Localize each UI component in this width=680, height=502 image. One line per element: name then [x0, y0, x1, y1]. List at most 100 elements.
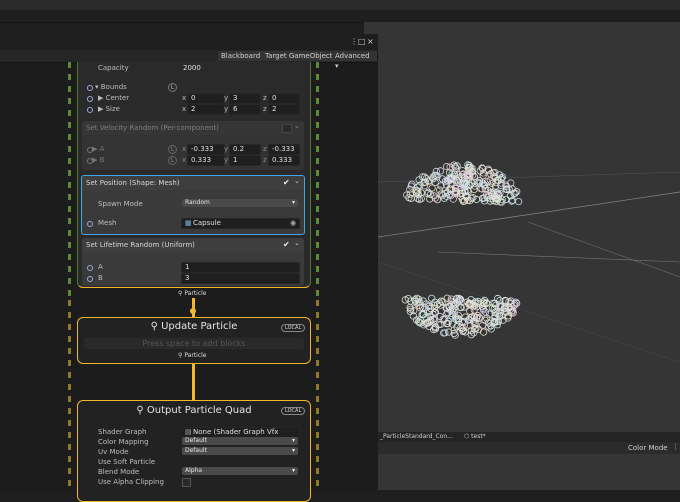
update-title: ⚲ Update Particle — [150, 321, 238, 332]
center-label: ▶ Center — [98, 94, 130, 102]
velocity-a-x-field[interactable]: -0.333 — [187, 144, 225, 155]
size-text: Size — [105, 105, 120, 113]
top-strip — [0, 0, 680, 10]
particle-sprite — [407, 194, 415, 202]
position-enable-checkbox[interactable]: ✔ — [283, 178, 290, 187]
bounds-port[interactable] — [87, 85, 93, 91]
blackboard-button[interactable]: Blackboard — [218, 51, 265, 61]
lifetime-b-value: 3 — [185, 274, 190, 282]
velocity-a-z-field[interactable]: -0.333 — [268, 144, 300, 155]
velocity-b-z-field[interactable]: 0.333 — [268, 155, 300, 166]
mesh-port[interactable] — [87, 221, 93, 227]
center-x-field[interactable]: 0 — [187, 93, 225, 104]
blend-mode-dropdown[interactable]: Alpha — [182, 467, 298, 475]
set-lifetime-title: Set Lifetime Random (Uniform) — [86, 241, 195, 249]
lifetime-a-value: 1 — [185, 263, 190, 271]
particle-sprite — [479, 321, 487, 329]
lifetime-b-port[interactable] — [87, 276, 93, 282]
output-local-badge[interactable]: LOCAL — [281, 407, 306, 415]
flow-port-update-in[interactable] — [190, 308, 196, 314]
particle-sprite — [433, 196, 442, 204]
color-mapping-dropdown[interactable]: Default — [182, 437, 298, 445]
bounds-label: ▾ Bounds — [95, 83, 127, 91]
color-mode-menu-icon[interactable]: ⋮ — [672, 443, 679, 451]
size-x-value: 2 — [191, 105, 196, 113]
advanced-dropdown[interactable]: Advanced ▾ — [332, 51, 378, 70]
output-title: ⚲ Output Particle Quad — [136, 405, 252, 416]
mesh-grid-icon: ▦ — [185, 219, 192, 227]
set-position-title: Set Position (Shape: Mesh) — [86, 179, 180, 187]
scene-corner — [364, 22, 378, 34]
velocity-b-space-icon[interactable]: L — [168, 156, 177, 165]
center-port[interactable] — [87, 96, 93, 102]
particles-top-dome — [403, 161, 523, 206]
uv-mode-dropdown[interactable]: Default — [182, 447, 298, 455]
shader-file-icon: ▤ — [185, 428, 192, 436]
update-title-text: Update Particle — [161, 321, 238, 332]
position-collapse-icon[interactable]: ⌄ — [294, 177, 300, 185]
velocity-b-label: ▶ B — [92, 156, 105, 164]
color-mode-label[interactable]: Color Mode — [628, 444, 668, 452]
uv-mode-label: Uv Mode — [98, 448, 129, 456]
spawn-mode-dropdown[interactable]: Random — [182, 199, 298, 207]
center-x-axis: x — [182, 94, 187, 102]
velocity-a-space-icon[interactable]: L — [168, 145, 177, 154]
velocity-b-y-field[interactable]: 1 — [229, 155, 261, 166]
center-z-field[interactable]: 0 — [268, 93, 300, 104]
velocity-b-z-value: 0.333 — [272, 156, 293, 164]
mesh-object-field[interactable]: ▦ Capsule ◉ — [181, 218, 300, 229]
update-particle-context[interactable]: ⚲ Update Particle LOCAL Press space to a… — [77, 317, 311, 364]
target-gameobject-button[interactable]: Target GameObject — [262, 51, 337, 61]
velocity-a-x-axis: x — [182, 145, 187, 153]
size-z-axis: z — [263, 105, 267, 113]
velocity-a-y-value: 0.2 — [233, 145, 245, 153]
velocity-b-x-value: 0.333 — [191, 156, 212, 164]
alpha-clipping-label: Use Alpha Clipping — [98, 478, 164, 486]
size-port[interactable] — [87, 107, 93, 113]
velocity-collapse-icon[interactable]: ⌄ — [294, 122, 300, 130]
velocity-a-text: A — [99, 145, 105, 153]
lifetime-collapse-icon[interactable]: ⌄ — [294, 239, 300, 247]
velocity-b-y-value: 1 — [233, 156, 238, 164]
update-dash-left — [68, 300, 71, 490]
graph-window-titlebar: ⋮ □ × — [0, 37, 378, 50]
size-y-field[interactable]: 6 — [229, 104, 261, 115]
center-x-value: 0 — [191, 94, 196, 102]
add-blocks-placeholder[interactable]: Press space to add blocks — [84, 338, 304, 349]
particle-sprite — [428, 184, 436, 192]
velocity-enable-checkbox[interactable] — [282, 124, 292, 133]
velocity-a-z-value: -0.333 — [272, 145, 295, 153]
velocity-b-z-axis: z — [263, 156, 267, 164]
scene-view[interactable] — [378, 22, 680, 432]
lifetime-enable-checkbox[interactable]: ✔ — [283, 240, 290, 249]
scene-tab-test[interactable]: ⬡ test* — [464, 433, 486, 440]
object-picker-icon[interactable]: ◉ — [290, 219, 296, 228]
lifetime-a-field[interactable]: 1 — [181, 262, 300, 273]
lifetime-b-field[interactable]: 3 — [181, 273, 300, 284]
menu-dots-icon[interactable]: ⋮ — [350, 37, 358, 46]
set-position-header: Set Position (Shape: Mesh) ✔ ⌄ — [82, 176, 304, 190]
center-y-field[interactable]: 3 — [229, 93, 261, 104]
init-output-label: ⚲ Particle — [178, 290, 207, 297]
close-icon[interactable]: × — [367, 37, 374, 46]
scene-footer-bar: Color Mode ⋮ — [378, 442, 680, 454]
local-space-icon[interactable]: L — [168, 83, 177, 92]
flow-edge-update-output[interactable] — [192, 362, 195, 400]
size-x-field[interactable]: 2 — [187, 104, 225, 115]
particle-sprite — [435, 186, 444, 194]
maximize-icon[interactable]: □ — [358, 37, 366, 46]
alpha-clipping-checkbox[interactable] — [182, 478, 191, 487]
capacity-value[interactable]: 2000 — [183, 64, 201, 72]
scene-tab-particle[interactable]: _ParticleStandard_Con... — [380, 433, 453, 440]
lifetime-a-port[interactable] — [87, 265, 93, 271]
advanced-label: Advanced — [335, 52, 370, 60]
velocity-b-x-field[interactable]: 0.333 — [187, 155, 225, 166]
size-label: ▶ Size — [98, 105, 120, 113]
center-y-axis: y — [224, 94, 229, 102]
velocity-a-y-field[interactable]: 0.2 — [229, 144, 261, 155]
update-local-badge[interactable]: LOCAL — [281, 324, 306, 332]
size-y-axis: y — [224, 105, 229, 113]
update-output-text: Particle — [184, 352, 207, 359]
mesh-label: Mesh — [98, 219, 117, 227]
size-z-field[interactable]: 2 — [268, 104, 300, 115]
